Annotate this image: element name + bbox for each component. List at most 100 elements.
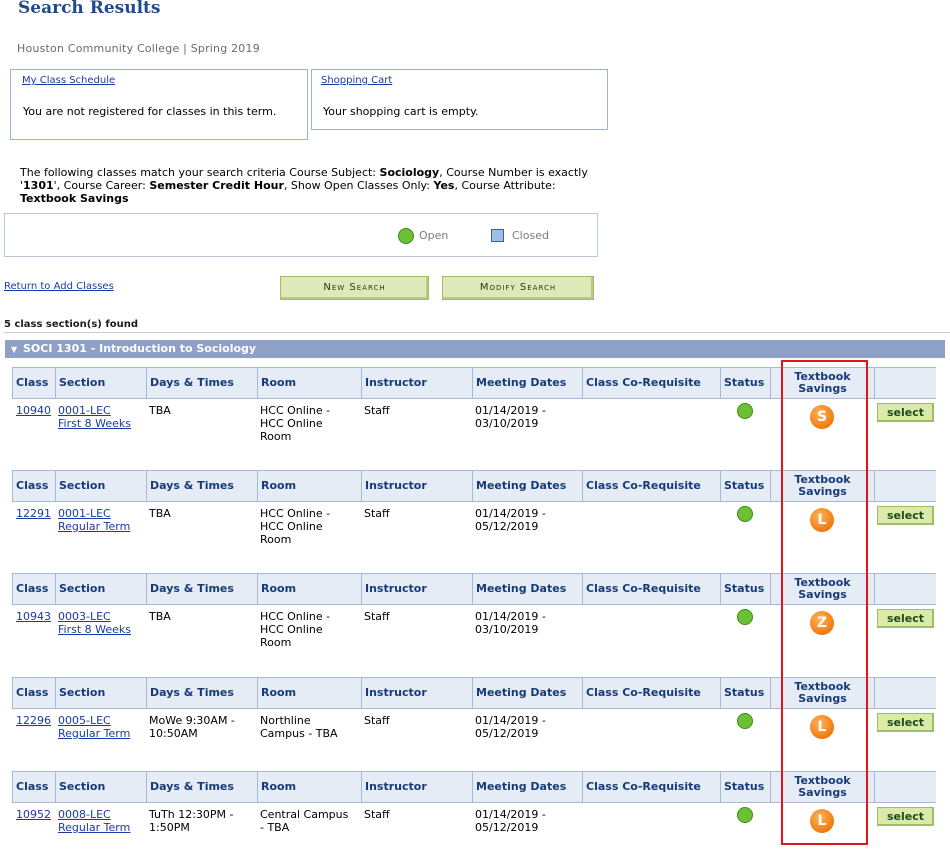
class-number-link[interactable]: 10940 xyxy=(16,404,51,417)
section-link[interactable]: 0003-LEC xyxy=(58,610,111,623)
meeting-dates: 01/14/2019 - xyxy=(475,507,546,520)
select-button[interactable]: select xyxy=(877,609,934,628)
modify-search-button[interactable]: Modify Search xyxy=(442,276,594,300)
room-line2: Campus - TBA xyxy=(260,727,338,740)
open-status-icon xyxy=(398,228,414,244)
select-button[interactable]: select xyxy=(877,713,934,732)
room-line2: HCC Online xyxy=(260,417,323,430)
column-header-coreq: Class Co-Requisite xyxy=(582,574,720,604)
meeting-dates-end: 05/12/2019 xyxy=(475,821,539,834)
days-times: TBA xyxy=(149,610,171,623)
legend-closed-label: Closed xyxy=(512,229,549,242)
column-header-days-times: Days & Times xyxy=(146,368,257,398)
days-times: TBA xyxy=(149,404,171,417)
shopping-cart-link[interactable]: Shopping Cart xyxy=(321,75,392,86)
open-status-icon xyxy=(737,506,753,522)
days-times: TuTh 12:30PM - xyxy=(149,808,234,821)
column-header-action xyxy=(874,574,936,604)
divider xyxy=(4,332,950,333)
column-header-room: Room xyxy=(257,368,361,398)
column-header-class: Class xyxy=(12,574,55,604)
section-link[interactable]: 0001-LEC xyxy=(58,507,111,520)
column-header-section: Section xyxy=(55,368,146,398)
meeting-dates: 01/14/2019 - xyxy=(475,714,546,727)
column-header-action xyxy=(874,678,936,708)
room-line2: HCC Online xyxy=(260,520,323,533)
room: Northline xyxy=(260,714,311,727)
column-header-instructor: Instructor xyxy=(361,678,472,708)
room-line2: - TBA xyxy=(260,821,290,834)
column-header-class: Class xyxy=(12,678,55,708)
search-criteria: The following classes match your search … xyxy=(20,166,588,205)
meeting-dates-end: 05/12/2019 xyxy=(475,727,539,740)
column-header-status: Status xyxy=(720,471,770,501)
select-button[interactable]: select xyxy=(877,506,934,525)
collapse-triangle-icon[interactable]: ▼ xyxy=(11,345,17,354)
column-header-action xyxy=(874,772,936,802)
days-times: MoWe 9:30AM - xyxy=(149,714,235,727)
column-header-days-times: Days & Times xyxy=(146,574,257,604)
class-schedule-box: My Class Schedule You are not registered… xyxy=(10,69,308,140)
class-number-link[interactable]: 12291 xyxy=(16,507,51,520)
term-label: Houston Community College | Spring 2019 xyxy=(17,42,260,55)
open-status-icon xyxy=(737,609,753,625)
column-header-instructor: Instructor xyxy=(361,368,472,398)
meeting-dates-end: 03/10/2019 xyxy=(475,417,539,430)
session-link[interactable]: Regular Term xyxy=(58,821,130,834)
room-line2: HCC Online xyxy=(260,623,323,636)
column-header-room: Room xyxy=(257,574,361,604)
class-number-link[interactable]: 10952 xyxy=(16,808,51,821)
instructor: Staff xyxy=(364,714,390,727)
class-number-link[interactable]: 10943 xyxy=(16,610,51,623)
column-header-instructor: Instructor xyxy=(361,772,472,802)
column-header-class: Class xyxy=(12,368,55,398)
open-status-icon xyxy=(737,807,753,823)
section-link[interactable]: 0001-LEC xyxy=(58,404,111,417)
session-link[interactable]: First 8 Weeks xyxy=(58,623,131,636)
column-header-room: Room xyxy=(257,678,361,708)
select-button[interactable]: select xyxy=(877,403,934,422)
instructor: Staff xyxy=(364,808,390,821)
page-title: Search Results xyxy=(18,0,161,18)
section-link[interactable]: 0005-LEC xyxy=(58,714,111,727)
column-header-status: Status xyxy=(720,368,770,398)
meeting-dates-end: 05/12/2019 xyxy=(475,520,539,533)
room: HCC Online - xyxy=(260,610,331,623)
column-header-section: Section xyxy=(55,678,146,708)
column-header-meeting-dates: Meeting Dates xyxy=(472,772,582,802)
column-header-section: Section xyxy=(55,772,146,802)
room-line3: Room xyxy=(260,430,292,443)
instructor: Staff xyxy=(364,610,390,623)
class-number-link[interactable]: 12296 xyxy=(16,714,51,727)
new-search-button[interactable]: New Search xyxy=(280,276,429,300)
select-button[interactable]: select xyxy=(877,807,934,826)
section-link[interactable]: 0008-LEC xyxy=(58,808,111,821)
column-header-days-times: Days & Times xyxy=(146,678,257,708)
schedule-message: You are not registered for classes in th… xyxy=(23,105,277,118)
instructor: Staff xyxy=(364,404,390,417)
course-group-header[interactable]: ▼ SOCI 1301 - Introduction to Sociology xyxy=(5,340,945,358)
column-header-status: Status xyxy=(720,772,770,802)
column-header-class: Class xyxy=(12,772,55,802)
room: HCC Online - xyxy=(260,404,331,417)
meeting-dates: 01/14/2019 - xyxy=(475,808,546,821)
textbook-savings-highlight xyxy=(781,360,868,845)
column-header-coreq: Class Co-Requisite xyxy=(582,471,720,501)
days-times-cont: 1:50PM xyxy=(149,821,190,834)
session-link[interactable]: First 8 Weeks xyxy=(58,417,131,430)
meeting-dates-end: 03/10/2019 xyxy=(475,623,539,636)
column-header-days-times: Days & Times xyxy=(146,471,257,501)
column-header-days-times: Days & Times xyxy=(146,772,257,802)
session-link[interactable]: Regular Term xyxy=(58,727,130,740)
column-header-status: Status xyxy=(720,574,770,604)
column-header-section: Section xyxy=(55,471,146,501)
room: Central Campus xyxy=(260,808,349,821)
meeting-dates: 01/14/2019 - xyxy=(475,404,546,417)
column-header-coreq: Class Co-Requisite xyxy=(582,772,720,802)
room: HCC Online - xyxy=(260,507,331,520)
my-class-schedule-link[interactable]: My Class Schedule xyxy=(22,75,115,86)
session-link[interactable]: Regular Term xyxy=(58,520,130,533)
column-header-instructor: Instructor xyxy=(361,471,472,501)
return-to-add-classes-link[interactable]: Return to Add Classes xyxy=(4,281,114,292)
open-status-icon xyxy=(737,713,753,729)
